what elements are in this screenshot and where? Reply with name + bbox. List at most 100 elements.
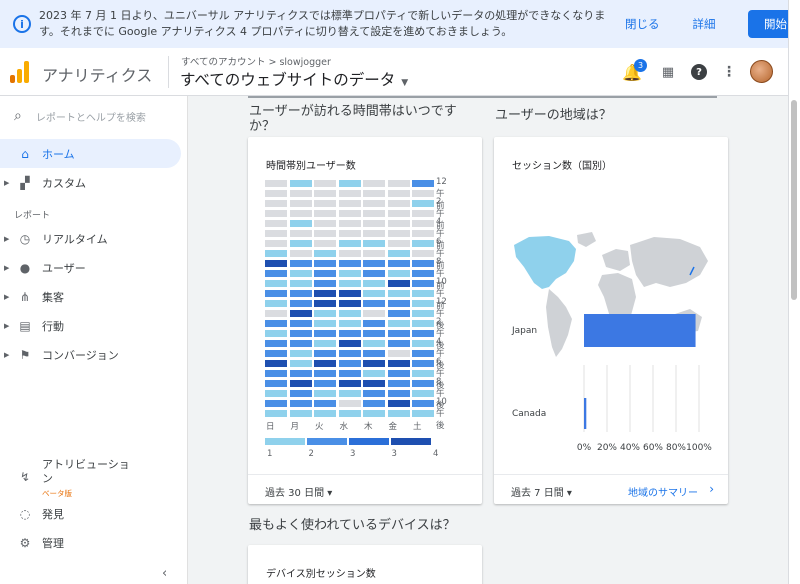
- heatmap-cell: [314, 290, 336, 297]
- sidebar-item-audience[interactable]: ▶ ● ユーザー: [0, 253, 181, 282]
- heatmap-cell: [265, 240, 287, 247]
- heatmap-cell: [338, 310, 361, 317]
- heatmap-cell: [338, 180, 361, 187]
- sidebar-item-discover[interactable]: ◌ 発見: [0, 499, 181, 528]
- heatmap-cell: [289, 400, 312, 407]
- heatmap-scale-label: 3: [391, 449, 397, 459]
- heatmap-cell: [412, 260, 434, 267]
- sidebar-item-conversions[interactable]: ▶ ⚑ コンバージョン: [0, 340, 181, 369]
- heatmap-cell: [314, 260, 336, 267]
- page-scrollbar[interactable]: [788, 0, 800, 584]
- heatmap-cell: [265, 340, 287, 347]
- date-range-dropdown[interactable]: 過去 7 日間 ▾: [511, 484, 572, 499]
- heatmap-cell: [412, 350, 434, 357]
- heatmap-scale-segment: [265, 438, 305, 445]
- heatmap-cell: [363, 370, 385, 377]
- heatmap-cell: [314, 250, 336, 257]
- sidebar-item-attribution[interactable]: ↯ アトリビューション ベータ版: [0, 458, 181, 498]
- heatmap-cell: [289, 290, 312, 297]
- heatmap-cell: [412, 190, 434, 197]
- heatmap-cell: [387, 380, 410, 387]
- chevron-down-icon: ▼: [401, 78, 409, 88]
- scrollbar-thumb[interactable]: [791, 100, 797, 300]
- chevron-right-icon[interactable]: ›: [709, 482, 714, 496]
- date-range-label: 過去 7 日間: [511, 488, 564, 499]
- heatmap-scale-segment: [307, 438, 347, 445]
- heatmap-cell: [265, 410, 287, 417]
- heatmap-cell: [387, 220, 410, 227]
- sidebar-item-behavior[interactable]: ▶ ▤ 行動: [0, 311, 181, 340]
- heatmap-cell: [265, 220, 287, 227]
- heatmap-card-footer: 過去 30 日間 ▾: [248, 474, 482, 504]
- heatmap-cell: [363, 340, 385, 347]
- geo-summary-link[interactable]: 地域のサマリー: [628, 484, 698, 499]
- heatmap-cell: [289, 210, 312, 217]
- heatmap-cell: [338, 210, 361, 217]
- heatmap-cell: [363, 230, 385, 237]
- apps-icon[interactable]: ▦: [656, 60, 680, 84]
- heatmap-cell: [412, 180, 434, 187]
- sidebar-item-custom[interactable]: ▶ ▞ カスタム: [0, 168, 181, 197]
- lightbulb-icon: ◌: [19, 506, 31, 521]
- country-bar[interactable]: [584, 314, 696, 347]
- heatmap-cell: [338, 230, 361, 237]
- heatmap-cell: [314, 310, 336, 317]
- caret-down-icon: ▾: [566, 488, 572, 499]
- sidebar-item-admin[interactable]: ⚙ 管理: [0, 528, 181, 557]
- heatmap-cell: [289, 390, 312, 397]
- heatmap-cell: [314, 330, 336, 337]
- help-icon[interactable]: ?: [687, 60, 711, 84]
- expand-arrow-icon: ▶: [4, 292, 10, 301]
- collapse-sidebar-icon[interactable]: ‹: [162, 566, 167, 581]
- banner-message: 2023 年 7 月 1 日より、ユニバーサル アナリティクスでは標準プロパティ…: [39, 9, 606, 38]
- property-selector[interactable]: すべてのウェブサイトのデータ ▼: [180, 68, 408, 90]
- heatmap-cell: [387, 410, 410, 417]
- account-breadcrumb[interactable]: すべてのアカウント > slowjogger: [181, 54, 331, 68]
- heatmap-cell: [363, 210, 385, 217]
- bell-icon[interactable]: 🔔 3: [620, 59, 647, 84]
- heatmap-cell: [387, 190, 410, 197]
- banner-details-link[interactable]: 詳細: [693, 16, 716, 32]
- heatmap-cell: [265, 400, 287, 407]
- heatmap-cell: [265, 380, 287, 387]
- sidebar-item-label: 集客: [42, 290, 64, 304]
- heatmap-cell: [338, 400, 361, 407]
- sidebar: ⌕ レポートとヘルプを検索 ⌂ ホーム ▶ ▞ カスタム レポート ▶ ◷ リア…: [0, 96, 188, 584]
- device-card: デバイス別セッション数: [248, 545, 482, 584]
- sidebar-item-home[interactable]: ⌂ ホーム: [0, 139, 181, 168]
- search-icon: ⌕: [14, 108, 22, 124]
- heatmap-cell: [289, 370, 312, 377]
- heatmap-day-label: 金: [388, 422, 398, 432]
- heatmap-cell: [338, 370, 361, 377]
- heatmap-cell: [412, 330, 434, 337]
- heatmap-cell: [338, 240, 361, 247]
- heatmap-cell: [363, 220, 385, 227]
- heatmap-cell: [387, 250, 410, 257]
- search-input[interactable]: ⌕ レポートとヘルプを検索: [14, 108, 146, 124]
- sidebar-item-acquisition[interactable]: ▶ ⋔ 集客: [0, 282, 181, 311]
- banner-close-button[interactable]: 閉じる: [625, 16, 660, 32]
- main-content: ユーザーが訪れる時間帯はいつですか？ ユーザーの地域は？ 時間帯別ユーザー数 1…: [188, 96, 788, 584]
- sidebar-item-realtime[interactable]: ▶ ◷ リアルタイム: [0, 224, 181, 253]
- heatmap-cell: [314, 360, 336, 367]
- heatmap-cell: [265, 300, 287, 307]
- avatar[interactable]: [750, 60, 773, 83]
- heatmap-cell: [387, 280, 410, 287]
- heatmap-cell: [289, 330, 312, 337]
- geo-card: セッション数（国別） 0% 20% 40% 60% 80% 100% Japan Canada…: [494, 137, 728, 504]
- heatmap-cell: [314, 320, 336, 327]
- heatmap-cell: [289, 380, 312, 387]
- heatmap-cell: [289, 280, 312, 287]
- heatmap-cell: [338, 190, 361, 197]
- heatmap-cell: [265, 330, 287, 337]
- search-placeholder: レポートとヘルプを検索: [35, 112, 146, 124]
- heatmap-cell: [412, 250, 434, 257]
- date-range-dropdown[interactable]: 過去 30 日間 ▾: [265, 484, 332, 499]
- country-bar[interactable]: [584, 398, 587, 429]
- x-tick-label: 100%: [686, 443, 712, 453]
- dashboard-icon: ▞: [20, 175, 30, 190]
- more-vert-icon[interactable]: ⋮: [717, 60, 741, 84]
- heatmap-cell: [338, 220, 361, 227]
- heatmap-cell: [363, 390, 385, 397]
- heatmap-cell: [363, 190, 385, 197]
